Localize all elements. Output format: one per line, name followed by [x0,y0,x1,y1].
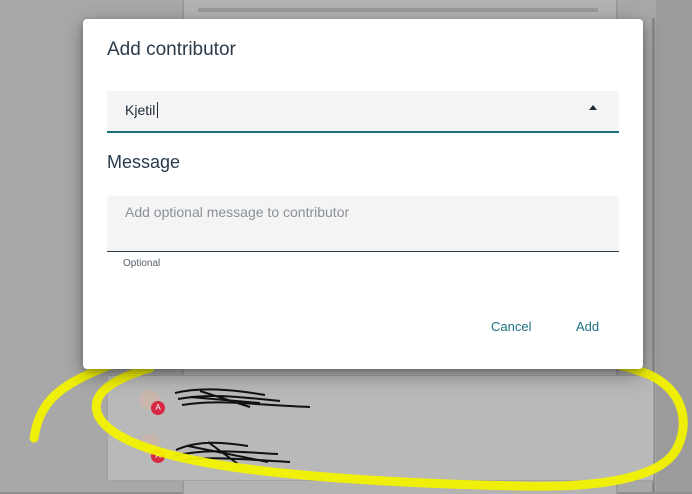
message-input[interactable] [125,204,605,244]
contributor-select-value[interactable]: Kjetil [125,102,159,118]
caret-up-icon[interactable] [589,105,597,110]
cancel-button[interactable]: Cancel [491,319,531,334]
dialog-title: Add contributor [107,39,236,60]
message-label: Message [107,152,181,172]
add-button[interactable]: Add [576,319,599,334]
redaction-scribble [174,388,311,408]
add-contributor-dialog: Add contributor Kjetil Message Optional … [83,19,643,369]
message-field[interactable] [107,196,619,252]
message-helper-text: Optional [123,258,161,269]
redaction-scribble [172,441,291,465]
text-cursor [157,102,159,118]
contributor-select-text: Kjetil [125,102,156,118]
background-divider [198,8,598,12]
contributor-select[interactable]: Kjetil [107,91,619,133]
background-side-column [656,0,692,492]
avatar-badge: A [151,449,165,463]
avatar-badge: A [151,401,165,415]
